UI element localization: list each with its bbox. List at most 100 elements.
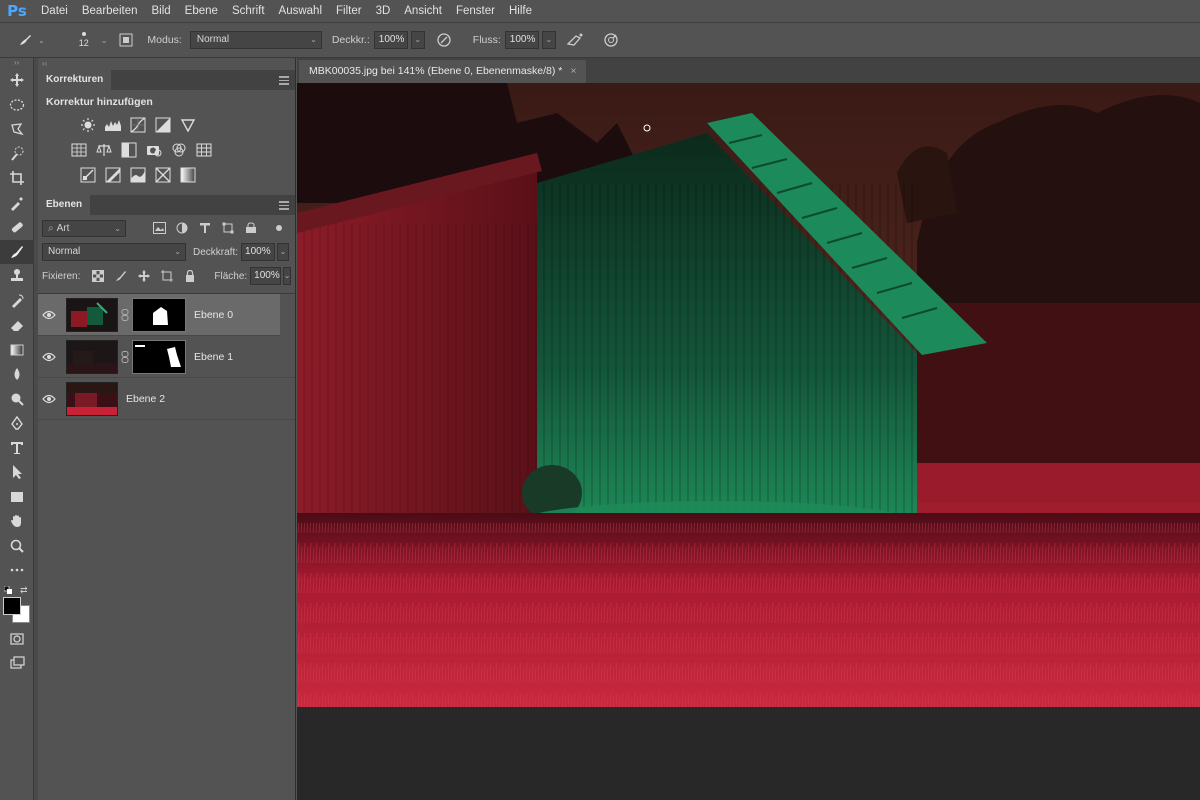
history-brush-tool-icon[interactable] (0, 289, 34, 314)
gradient-tool-icon[interactable] (0, 338, 34, 363)
menu-ansicht[interactable]: Ansicht (397, 0, 449, 22)
link-chain-icon[interactable] (118, 350, 132, 363)
lock-all-icon[interactable] (183, 269, 197, 283)
chevron-down-icon[interactable]: ⌄ (101, 36, 108, 45)
curves-icon[interactable] (128, 115, 147, 134)
quick-selection-tool-icon[interactable] (0, 142, 34, 167)
layer-mask-thumbnail[interactable] (132, 339, 186, 374)
fill-input[interactable]: 100% (250, 267, 281, 285)
color-lookup-icon[interactable] (194, 140, 213, 159)
path-selection-tool-icon[interactable] (0, 460, 34, 485)
filter-type-icon[interactable] (198, 221, 212, 235)
exposure-icon[interactable] (153, 115, 172, 134)
flow-input[interactable]: 100% (504, 31, 539, 49)
eraser-tool-icon[interactable] (0, 313, 34, 338)
mode-select[interactable]: Normal ⌄ (189, 31, 322, 49)
blend-mode-select[interactable]: Normal ⌄ (42, 243, 186, 261)
default-colors-icon[interactable] (3, 585, 12, 594)
menu-auswahl[interactable]: Auswahl (272, 0, 329, 22)
lock-position-icon[interactable] (137, 269, 151, 283)
menu-ebene[interactable]: Ebene (178, 0, 225, 22)
screen-mode-icon[interactable] (0, 651, 34, 676)
tab-ebenen[interactable]: Ebenen (38, 195, 91, 215)
menu-bearbeiten[interactable]: Bearbeiten (75, 0, 145, 22)
canvas-image[interactable] (297, 83, 1200, 707)
visibility-eye-icon[interactable] (38, 310, 60, 320)
fill-dropdown[interactable]: ⌄ (282, 267, 292, 285)
brush-preset-icon[interactable] (14, 29, 36, 51)
opacity-input[interactable]: 100% (373, 31, 408, 49)
stamp-tool-icon[interactable] (0, 264, 34, 289)
foreground-color-swatch[interactable] (3, 596, 21, 615)
dodge-tool-icon[interactable] (0, 387, 34, 412)
tab-korrekturen[interactable]: Korrekturen (38, 70, 112, 90)
filter-smart-object-icon[interactable] (244, 221, 258, 235)
brush-panel-toggle-icon[interactable] (115, 29, 137, 51)
layer-opacity-dropdown[interactable]: ⌄ (277, 243, 290, 261)
brush-tool-icon[interactable] (0, 239, 34, 264)
color-balance-icon[interactable] (94, 140, 113, 159)
lasso-tool-icon[interactable] (0, 117, 34, 142)
layer-row-ebene-2[interactable]: Ebene 2 (38, 378, 295, 420)
gradient-map-icon[interactable] (178, 165, 197, 184)
photo-filter-icon[interactable] (144, 140, 163, 159)
channel-mixer-icon[interactable] (169, 140, 188, 159)
menu-bild[interactable]: Bild (144, 0, 177, 22)
menu-fenster[interactable]: Fenster (449, 0, 502, 22)
close-icon[interactable]: × (570, 65, 576, 77)
levels-icon[interactable] (103, 115, 122, 134)
layer-row-ebene-1[interactable]: Ebene 1 (38, 336, 295, 378)
brightness-contrast-icon[interactable] (78, 115, 97, 134)
pen-tool-icon[interactable] (0, 411, 34, 436)
hue-saturation-icon[interactable] (69, 140, 88, 159)
hand-tool-icon[interactable] (0, 509, 34, 534)
filter-adjustment-icon[interactable] (175, 221, 189, 235)
document-tab[interactable]: MBK00035.jpg bei 141% (Ebene 0, Ebenenma… (299, 60, 587, 83)
visibility-eye-icon[interactable] (38, 352, 60, 362)
filter-pixel-icon[interactable] (152, 221, 166, 235)
flow-dropdown[interactable]: ⌄ (541, 31, 556, 49)
layer-opacity-input[interactable]: 100% (241, 243, 276, 261)
rectangle-tool-icon[interactable] (0, 485, 34, 510)
posterize-icon[interactable] (103, 165, 122, 184)
opacity-dropdown[interactable]: ⌄ (410, 31, 425, 49)
lock-artboard-icon[interactable] (160, 269, 174, 283)
layer-thumbnail[interactable] (66, 381, 118, 416)
collapse-panels-icon[interactable]: ‹‹ (38, 58, 295, 70)
brush-size-picker[interactable]: 12 (71, 32, 97, 48)
pressure-size-icon[interactable] (600, 29, 622, 51)
color-swatches[interactable]: ⇄ (0, 583, 34, 623)
layer-filter-select[interactable]: ⌕ Art ⌄ (42, 219, 126, 237)
eyedropper-tool-icon[interactable] (0, 191, 34, 216)
lock-transparent-pixels-icon[interactable] (91, 269, 105, 283)
move-tool-icon[interactable] (0, 68, 34, 93)
panel-menu-icon[interactable] (279, 74, 289, 87)
crop-tool-icon[interactable] (0, 166, 34, 191)
layer-mask-thumbnail[interactable] (132, 297, 186, 332)
healing-brush-tool-icon[interactable] (0, 215, 34, 240)
layer-thumbnail[interactable] (66, 339, 118, 374)
menu-3d[interactable]: 3D (369, 0, 398, 22)
zoom-tool-icon[interactable] (0, 534, 34, 559)
layer-name[interactable]: Ebene 0 (194, 309, 233, 321)
panel-menu-icon[interactable] (279, 199, 289, 212)
layer-name[interactable]: Ebene 2 (126, 393, 165, 405)
blur-tool-icon[interactable] (0, 362, 34, 387)
filter-shape-icon[interactable] (221, 221, 235, 235)
layer-row-ebene-0[interactable]: Ebene 0 (38, 294, 280, 336)
menu-hilfe[interactable]: Hilfe (502, 0, 539, 22)
link-chain-icon[interactable] (118, 308, 132, 321)
canvas-area[interactable] (297, 83, 1200, 800)
menu-schrift[interactable]: Schrift (225, 0, 272, 22)
selective-color-icon[interactable] (153, 165, 172, 184)
layer-thumbnail[interactable] (66, 297, 118, 332)
pressure-opacity-icon[interactable] (433, 29, 455, 51)
marquee-tool-icon[interactable] (0, 93, 34, 118)
vibrance-icon[interactable] (178, 115, 197, 134)
layer-name[interactable]: Ebene 1 (194, 351, 233, 363)
menu-datei[interactable]: Datei (34, 0, 75, 22)
swap-colors-icon[interactable]: ⇄ (20, 585, 28, 596)
lock-image-pixels-icon[interactable] (114, 269, 128, 283)
airbrush-icon[interactable] (564, 29, 586, 51)
invert-icon[interactable] (78, 165, 97, 184)
